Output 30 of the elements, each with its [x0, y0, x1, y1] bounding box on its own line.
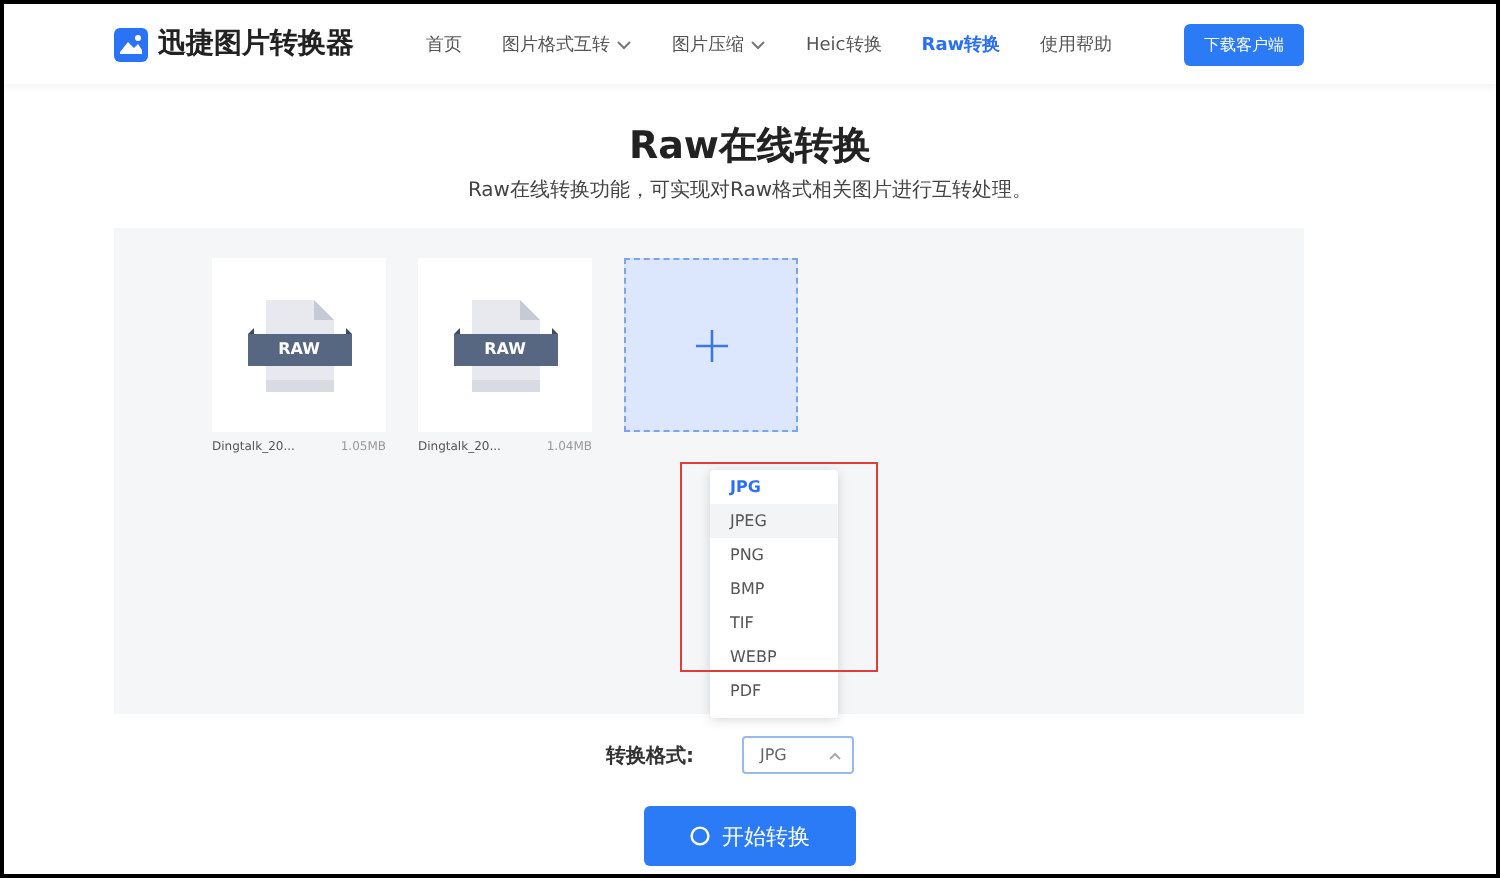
- nav-link[interactable]: 使用帮助: [1040, 31, 1113, 57]
- caret-icon: [828, 751, 842, 759]
- nav-link[interactable]: 图片格式互转: [502, 31, 632, 57]
- plus-icon: [695, 329, 727, 361]
- file-type-badge: RAW: [453, 333, 557, 365]
- dropdown-option[interactable]: WEBP: [710, 640, 838, 674]
- dropdown-option[interactable]: JPEG: [710, 504, 838, 538]
- page-subtitle: Raw在线转换功能，可实现对Raw格式相关图片进行互转处理。: [467, 177, 1033, 204]
- add-file-button[interactable]: [624, 258, 798, 432]
- dropdown-option[interactable]: PNG: [710, 538, 838, 572]
- dropdown-option[interactable]: JPG: [710, 470, 838, 504]
- format-select[interactable]: JPG: [742, 736, 854, 774]
- download-button[interactable]: 下载客户端: [1184, 23, 1304, 65]
- dropdown-option[interactable]: TIF: [710, 606, 838, 640]
- select-value: JPG: [760, 746, 787, 764]
- file-card[interactable]: RAW: [212, 258, 386, 432]
- file-card[interactable]: RAW: [418, 258, 592, 432]
- circle-icon: [690, 826, 710, 846]
- file-type-badge: RAW: [247, 333, 351, 365]
- logo-text: 迅捷图片转换器: [158, 26, 354, 62]
- dropdown-option[interactable]: BMP: [710, 572, 838, 606]
- logo-icon: [114, 27, 148, 61]
- dropdown-option[interactable]: PDF: [710, 674, 838, 708]
- nav-link[interactable]: 首页: [426, 31, 462, 57]
- nav-link[interactable]: 图片压缩: [672, 31, 766, 57]
- start-button[interactable]: 开始转换: [644, 806, 856, 866]
- format-label: 转换格式:: [606, 743, 694, 769]
- page-title: Raw在线转换: [628, 122, 871, 172]
- nav-link[interactable]: Raw转换: [921, 31, 1001, 57]
- nav-link[interactable]: Heic转换: [806, 31, 882, 57]
